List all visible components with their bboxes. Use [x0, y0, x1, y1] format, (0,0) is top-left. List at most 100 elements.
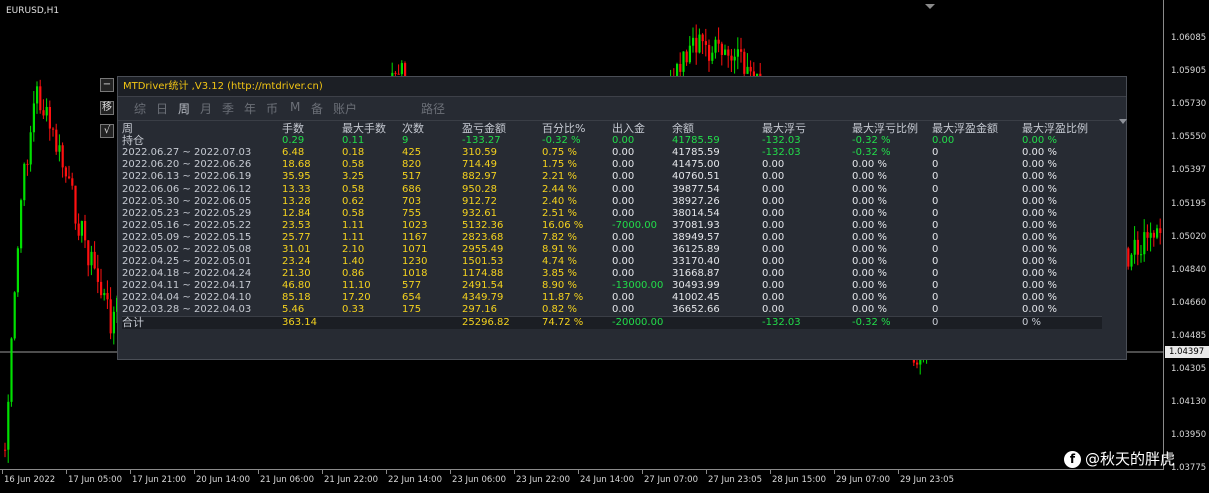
table-cell: 0.00 — [612, 207, 635, 219]
table-cell: 0.58 — [342, 183, 365, 195]
column-header[interactable]: 最大浮盈比例 — [1022, 123, 1102, 135]
candle-body — [64, 167, 67, 177]
column-header[interactable]: 最大浮亏比例 — [852, 123, 932, 135]
table-cell: 3.85 % — [542, 268, 577, 280]
table-row[interactable]: 2022.05.23 ~ 2022.05.29 12.84 0.58 755 932.6… — [122, 208, 1102, 220]
candle-body — [698, 34, 701, 53]
tab-6[interactable]: 币 — [266, 100, 278, 117]
table-row[interactable]: 2022.05.09 ~ 2022.05.15 25.77 1.11 1167 2823… — [122, 232, 1102, 244]
table-cell: 425 — [402, 147, 422, 159]
table-row[interactable]: 2022.06.06 ~ 2022.06.12 13.33 0.58 686 950.2… — [122, 183, 1102, 195]
candle-body — [100, 281, 103, 296]
table-cell: 0.00 % — [852, 195, 887, 207]
minimize-button[interactable]: − — [100, 78, 114, 92]
table-cell: -7000.00 — [612, 219, 657, 231]
tab-9[interactable]: 账户 — [333, 100, 357, 117]
table-cell: 2022.05.02 ~ 2022.05.08 — [122, 243, 252, 255]
table-cell: 12.84 — [282, 207, 311, 219]
tab-1[interactable]: 日 — [156, 100, 168, 117]
tab-10[interactable]: 路径 — [421, 100, 445, 117]
candle-body — [1152, 232, 1155, 238]
tab-7[interactable]: M — [290, 100, 300, 114]
candle-body — [74, 185, 77, 224]
tab-3[interactable]: 月 — [200, 100, 212, 117]
table-cell: 6.48 — [282, 147, 305, 159]
column-header[interactable]: 最大手数 — [342, 123, 402, 135]
table-cell: 0.00 % — [1022, 292, 1057, 304]
price-label: 1.05905 — [1171, 66, 1207, 77]
table-row[interactable]: 2022.04.04 ~ 2022.04.10 85.18 17.20 654 4349… — [122, 292, 1102, 304]
table-cell: 0.00 — [612, 268, 635, 280]
column-header[interactable]: 最大浮亏 — [762, 123, 852, 135]
table-row[interactable]: 2022.04.18 ~ 2022.04.24 21.30 0.86 1018 1174… — [122, 268, 1102, 280]
table-row[interactable]: 2022.04.25 ~ 2022.05.01 23.24 1.40 1230 1501… — [122, 256, 1102, 268]
tab-0[interactable]: 综 — [134, 100, 146, 117]
move-button[interactable]: 移 — [100, 101, 114, 115]
time-label: 24 Jun 14:00 — [580, 475, 634, 485]
table-cell: 2022.05.23 ~ 2022.05.29 — [122, 207, 252, 219]
time-tick — [386, 470, 387, 474]
table-cell: 36652.66 — [672, 304, 720, 316]
tab-8[interactable]: 备 — [311, 100, 323, 117]
table-cell: -132.03 — [762, 147, 801, 159]
table-cell: 0.00 — [612, 135, 635, 147]
table-cell: 0.00 % — [852, 304, 887, 316]
table-cell: 714.49 — [462, 159, 497, 171]
time-label: 17 Jun 05:00 — [68, 475, 122, 485]
table-row[interactable]: 2022.05.16 ~ 2022.05.22 23.53 1.11 1023 5132… — [122, 220, 1102, 232]
tab-2[interactable]: 周 — [178, 100, 190, 117]
candle-body — [58, 145, 61, 152]
total-row: 合计 363.14 25296.82 74.72 % -20000.00 -132.03-… — [122, 316, 1102, 330]
candle-body — [711, 52, 714, 61]
row-label: 持仓 — [122, 134, 144, 148]
time-label: 22 Jun 14:00 — [388, 475, 442, 485]
column-header[interactable]: 最大浮盈金额 — [932, 123, 1022, 135]
column-header[interactable]: 次数 — [402, 123, 462, 135]
table-cell: 41002.45 — [672, 292, 720, 304]
column-header[interactable]: 手数 — [282, 123, 342, 135]
table-cell: 2491.54 — [462, 280, 504, 292]
time-tick — [642, 470, 643, 474]
candle-body — [701, 34, 704, 42]
tab-5[interactable]: 年 — [244, 100, 256, 117]
check-button[interactable]: √ — [100, 124, 114, 138]
table-row[interactable]: 2022.03.28 ~ 2022.04.03 5.46 0.33 175 297.16… — [122, 304, 1102, 317]
table-cell: 0.00 % — [852, 207, 887, 219]
table-cell: 0 — [932, 280, 939, 292]
table-row[interactable]: 2022.05.30 ~ 2022.06.05 13.28 0.62 703 912.7… — [122, 196, 1102, 208]
table-cell: 755 — [402, 207, 422, 219]
column-header[interactable]: 百分比% — [542, 123, 612, 135]
column-header[interactable]: 盈亏金额 — [462, 123, 542, 135]
position-row[interactable]: 持仓 0.29 0.11 9 -133.27 -0.32 % 0.00 41785.59 -13… — [122, 135, 1102, 147]
time-label: 20 Jun 14:00 — [196, 475, 250, 485]
column-header[interactable]: 出入金 — [612, 123, 672, 135]
table-cell: 0.58 — [342, 207, 365, 219]
table-cell: 0.00 % — [1022, 171, 1057, 183]
table-cell: 9 — [402, 135, 409, 147]
table-cell: 2823.68 — [462, 231, 504, 243]
price-label: 1.05020 — [1171, 231, 1207, 242]
table-cell: 25.77 — [282, 231, 311, 243]
tab-4[interactable]: 季 — [222, 100, 234, 117]
watermark-text: @秋天的胖虎 — [1085, 450, 1176, 468]
column-header[interactable]: 余额 — [672, 123, 762, 135]
table-row[interactable]: 2022.06.13 ~ 2022.06.19 35.95 3.25 517 882.9… — [122, 171, 1102, 183]
candle-body — [400, 63, 403, 75]
table-cell: 0.58 — [342, 159, 365, 171]
table-row[interactable]: 2022.05.02 ~ 2022.05.08 31.01 2.10 1071 2955… — [122, 244, 1102, 256]
table-cell: 912.72 — [462, 195, 497, 207]
candle-body — [397, 73, 400, 75]
table-cell: 310.59 — [462, 147, 497, 159]
table-cell: 0.00 — [762, 292, 785, 304]
table-row[interactable]: 2022.06.27 ~ 2022.07.03 6.48 0.18 425 310.59… — [122, 147, 1102, 159]
time-tick — [130, 470, 131, 474]
scroll-down-icon[interactable] — [1119, 119, 1127, 124]
table-row[interactable]: 2022.06.20 ~ 2022.06.26 18.68 0.58 820 714.4… — [122, 159, 1102, 171]
column-header[interactable]: 周 — [122, 123, 282, 135]
candle-body — [16, 248, 19, 293]
candle-body — [704, 41, 707, 45]
table-cell: 2022.06.06 ~ 2022.06.12 — [122, 183, 252, 195]
weekly-stats-table: 周手数 最大手数 次数 盈亏金额 百分比% 出入金 余额 最大浮亏 最大浮亏比例 最大浮盈金额 最大… — [122, 123, 1102, 330]
candle-body — [52, 128, 55, 130]
table-row[interactable]: 2022.04.11 ~ 2022.04.17 46.80 11.10 577 2491… — [122, 280, 1102, 292]
